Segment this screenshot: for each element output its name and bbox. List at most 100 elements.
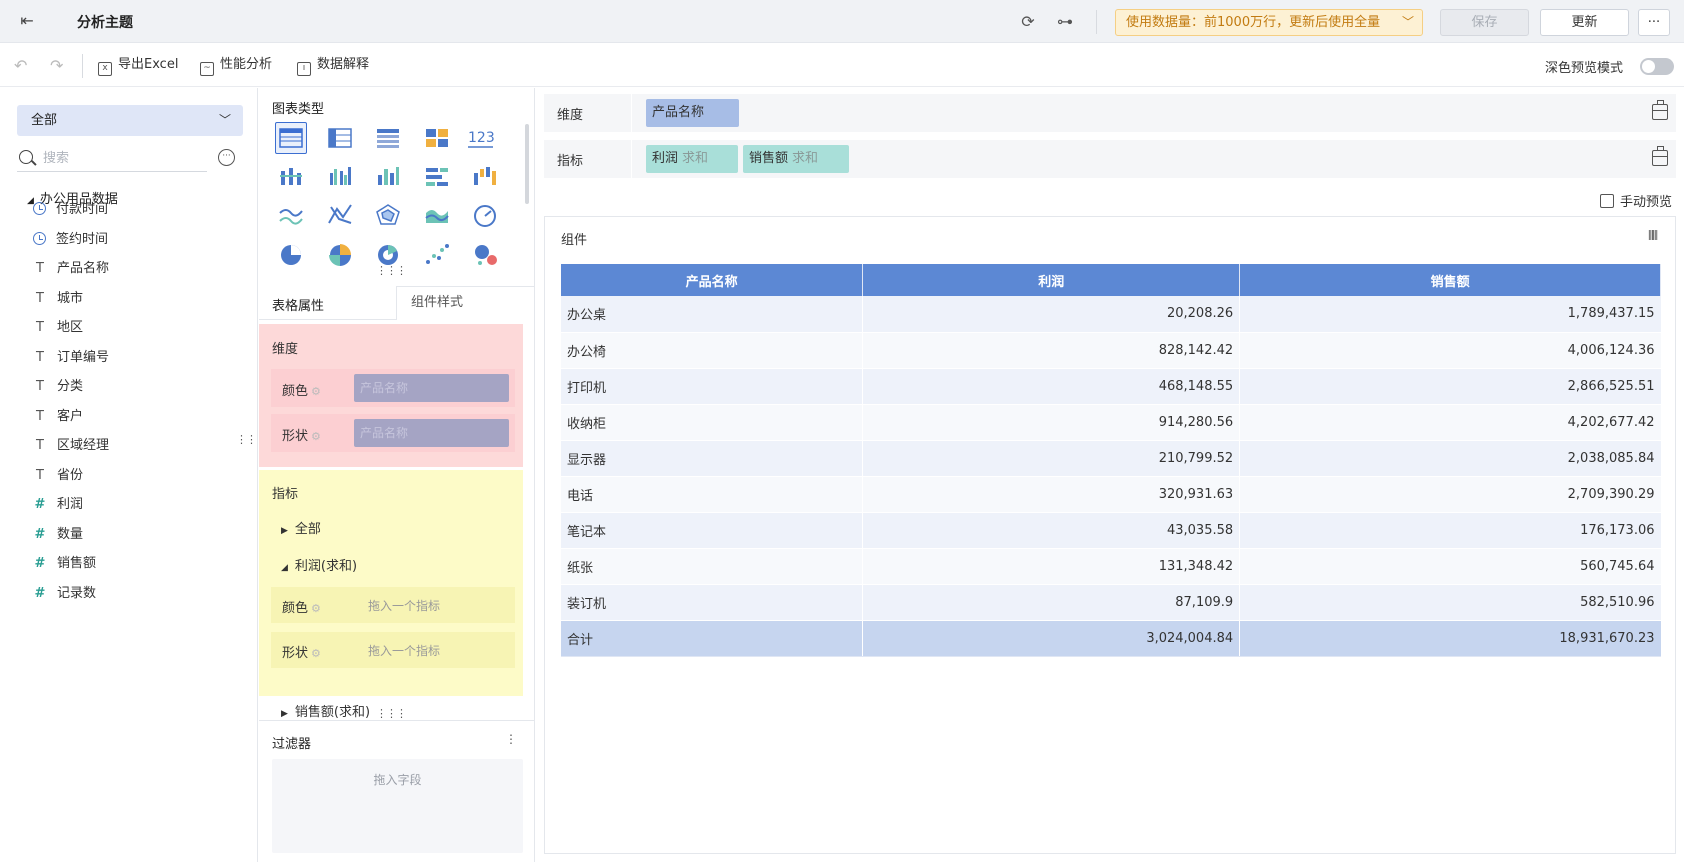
field-item[interactable]: # 利润 [33, 495, 83, 515]
rose-chart-icon[interactable] [329, 244, 351, 266]
table-row: 显示器 210,799.52 2,038,085.84 [561, 440, 1661, 477]
filter-dropzone[interactable]: 拖入字段 [272, 759, 523, 853]
stacked-bar-icon[interactable] [280, 168, 302, 185]
dimension-shelf[interactable]: 维度 产品名称 [544, 94, 1676, 132]
field-item[interactable]: T 区域经理 [33, 436, 109, 456]
bubble-chart-icon[interactable] [475, 245, 497, 265]
data-explain-button[interactable]: ı 数据解释 [297, 56, 369, 76]
pulse-icon: ~ [200, 62, 214, 76]
redo-icon[interactable]: ↷ [50, 56, 63, 75]
gear-icon[interactable]: ⚙ [311, 430, 321, 443]
field-item[interactable]: T 地区 [33, 318, 83, 338]
pie-chart-icon[interactable] [281, 245, 301, 265]
measure-sales-item[interactable]: ▶ 销售额(求和) [281, 701, 370, 720]
measure-all-label: 全部 [294, 522, 321, 537]
measure-shape-dropzone[interactable]: 拖入一个指标 [368, 642, 440, 659]
expand-triangle-icon: ▶ [281, 526, 288, 536]
table-chart-icon[interactable] [279, 128, 303, 148]
line-chart-icon[interactable] [279, 209, 303, 225]
field-item[interactable]: T 订单编号 [33, 348, 109, 368]
grouped-bar-icon[interactable] [330, 167, 351, 185]
clock-icon [33, 202, 46, 215]
resize-grip-icon[interactable]: ⋮⋮⋮ [376, 707, 407, 720]
chevron-down-icon[interactable]: ﹀ [1402, 10, 1414, 35]
toolbox-icon[interactable] [1652, 146, 1668, 166]
dimension-property-zone: 维度 颜色 ⚙ 产品名称 形状 ⚙ 产品名称 [259, 324, 523, 467]
gauge-chart-icon[interactable] [474, 205, 496, 227]
detail-table-icon[interactable] [377, 129, 399, 148]
cross-table-icon[interactable] [328, 128, 352, 148]
waterfall-chart-icon[interactable] [474, 167, 496, 185]
tab-component-style[interactable]: 组件样式 [396, 286, 535, 320]
number-type-icon: # [34, 526, 46, 542]
field-item[interactable]: 签约时间 [33, 230, 108, 250]
manual-preview-checkbox[interactable]: 手动预览 [1600, 191, 1672, 210]
field-item[interactable]: T 城市 [33, 289, 83, 309]
checkbox-icon[interactable] [1600, 194, 1614, 208]
search-input[interactable] [43, 148, 203, 168]
column-header[interactable]: 产品名称 [561, 264, 864, 296]
field-item[interactable]: T 产品名称 [33, 259, 109, 279]
refresh-icon[interactable]: ⟳ [1018, 12, 1038, 32]
filter-more-icon[interactable]: ⋮ [505, 732, 517, 746]
donut-chart-icon[interactable] [378, 245, 398, 265]
radar-chart-icon[interactable] [376, 204, 400, 225]
panel-resize-grip-icon[interactable]: ⋮⋮ [236, 433, 257, 446]
number-chart-icon[interactable]: 123 [468, 130, 495, 146]
text-type-icon: T [36, 261, 44, 276]
undo-icon[interactable]: ↶ [14, 56, 27, 75]
dataset-select[interactable]: 全部 ﹀ [17, 105, 243, 136]
scatter-chart-icon[interactable] [426, 244, 449, 264]
measure-pill-profit[interactable]: 利润 求和 [646, 145, 738, 173]
field-item[interactable]: T 客户 [33, 407, 83, 427]
measure-all-item[interactable]: ▶ 全部 [281, 518, 321, 537]
chart-type-scrollbar[interactable] [525, 124, 529, 204]
performance-analysis-button[interactable]: ~ 性能分析 [200, 56, 272, 76]
column-header[interactable]: 利润 [862, 264, 1241, 296]
dark-preview-toggle[interactable] [1640, 58, 1674, 75]
resize-grip-icon[interactable]: ⋮⋮⋮ [376, 264, 407, 277]
number-type-icon: # [34, 497, 46, 512]
more-options-icon[interactable]: ··· [218, 149, 235, 166]
color-label: 颜色 ⚙ [282, 597, 321, 616]
area-chart-icon[interactable] [425, 210, 449, 223]
gear-icon[interactable]: ⚙ [311, 647, 321, 660]
field-item[interactable]: # 销售额 [33, 554, 96, 574]
exit-icon[interactable]: ⇤ [18, 12, 36, 30]
measure-color-row: 颜色 ⚙ 拖入一个指标 [271, 587, 515, 623]
gear-icon[interactable]: ⚙ [311, 602, 321, 615]
parallel-line-icon[interactable] [328, 204, 352, 224]
data-usage-text: 使用数据量：前1000万行，更新后使用全量 [1126, 15, 1381, 30]
column-chart-icon[interactable] [378, 167, 399, 185]
measure-shelf[interactable]: 指标 利润 求和 销售额 求和 [544, 140, 1676, 178]
data-explain-label: 数据解释 [317, 57, 370, 72]
field-item[interactable]: # 记录数 [33, 584, 96, 604]
more-menu-button[interactable]: ··· [1638, 9, 1670, 36]
dimension-color-field[interactable]: 产品名称 [354, 374, 509, 402]
measure-profit-item[interactable]: ◢ 利润(求和) [281, 555, 357, 574]
gear-icon[interactable]: ⚙ [311, 385, 321, 398]
column-header[interactable]: 销售额 [1239, 264, 1661, 296]
bar-chart-icon[interactable] [426, 168, 448, 186]
measure-pill-sales[interactable]: 销售额 求和 [743, 145, 849, 173]
dimension-shape-field[interactable]: 产品名称 [354, 419, 509, 447]
data-usage-banner[interactable]: 使用数据量：前1000万行，更新后使用全量 ﹀ [1115, 9, 1423, 36]
table-row: 办公桌 20,208.26 1,789,437.15 [561, 296, 1661, 333]
field-item[interactable]: 付款时间 [33, 200, 108, 220]
field-search[interactable] [17, 146, 207, 172]
lineage-icon[interactable]: ⊶ [1055, 12, 1075, 32]
toolbox-icon[interactable] [1652, 100, 1668, 120]
dashboard-card-icon[interactable] [426, 129, 448, 147]
field-label: 销售额 [57, 556, 97, 571]
field-item[interactable]: T 分类 [33, 377, 83, 397]
update-button[interactable]: 更新 [1540, 9, 1629, 36]
measure-sales-label: 销售额(求和) [294, 705, 371, 720]
column-settings-icon[interactable]: ⫴⫴ [1648, 229, 1658, 244]
dimension-pill[interactable]: 产品名称 [646, 99, 739, 127]
save-button[interactable]: 保存 [1440, 9, 1529, 36]
export-excel-button[interactable]: x 导出Excel [98, 56, 178, 76]
field-item[interactable]: # 数量 [33, 525, 83, 545]
field-item[interactable]: T 省份 [33, 466, 83, 486]
measure-color-dropzone[interactable]: 拖入一个指标 [368, 597, 440, 614]
tab-table-properties[interactable]: 表格属性 [272, 295, 324, 314]
